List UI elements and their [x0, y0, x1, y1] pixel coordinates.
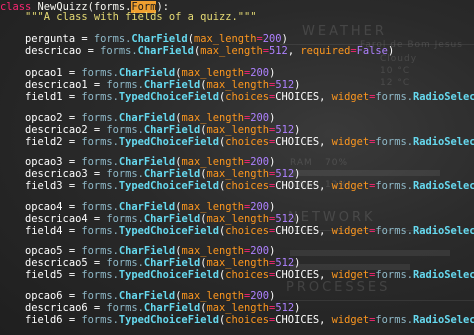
module: forms. — [81, 180, 119, 192]
constant: CHOICES — [275, 225, 320, 237]
code-line-field: field3 = forms.TypedChoiceField(choices=… — [0, 179, 474, 194]
kwarg: choices — [225, 180, 270, 192]
code-editor[interactable]: class NewQuizz(forms.Form): """A class w… — [0, 0, 474, 335]
kwarg: widget — [331, 91, 370, 103]
kwarg: choices — [225, 269, 270, 281]
separator: , — [319, 180, 332, 192]
var-name: field5 = — [0, 269, 82, 281]
module: forms. — [375, 91, 413, 103]
module: forms. — [81, 91, 119, 103]
kwarg: choices — [225, 91, 270, 103]
constant: CHOICES — [275, 180, 320, 192]
code-line-descricao: descricao = forms.CharField(max_length=5… — [0, 45, 395, 57]
module: forms. — [375, 225, 413, 237]
kwarg: choices — [225, 136, 270, 148]
kwarg: widget — [331, 136, 370, 148]
code-line-field: field1 = forms.TypedChoiceField(choices=… — [0, 90, 474, 105]
module: forms. — [375, 269, 413, 281]
func-name: TypedChoiceField — [118, 91, 219, 103]
separator: , — [319, 136, 332, 148]
var-name: field1 = — [0, 91, 82, 103]
constant: CHOICES — [275, 314, 320, 326]
widget-class: RadioSelect — [412, 136, 474, 148]
module: forms. — [81, 314, 119, 326]
separator: , — [319, 91, 332, 103]
module: forms. — [375, 314, 413, 326]
code-line-field: field6 = forms.TypedChoiceField(choices=… — [0, 313, 474, 328]
constant: CHOICES — [275, 269, 320, 281]
code-line-field: field2 = forms.TypedChoiceField(choices=… — [0, 135, 474, 150]
kwarg: choices — [225, 225, 270, 237]
kwarg: widget — [331, 314, 370, 326]
widget-class: RadioSelect — [412, 225, 474, 237]
code-line-docstring: """A class with fields of a quizz.""" — [0, 11, 257, 23]
widget-class: RadioSelect — [412, 314, 474, 326]
widget-class: RadioSelect — [412, 180, 474, 192]
kwarg: widget — [331, 180, 370, 192]
func-name: TypedChoiceField — [118, 180, 219, 192]
module: forms. — [81, 225, 119, 237]
widget-class: RadioSelect — [412, 269, 474, 281]
code-line-field: field5 = forms.TypedChoiceField(choices=… — [0, 268, 474, 283]
constant: CHOICES — [275, 91, 320, 103]
func-name: TypedChoiceField — [118, 269, 219, 281]
var-name: field3 = — [0, 180, 82, 192]
separator: , — [319, 225, 332, 237]
separator: , — [319, 269, 332, 281]
kwarg: choices — [225, 314, 270, 326]
var-name: field2 = — [0, 136, 82, 148]
constant: CHOICES — [275, 136, 320, 148]
kwarg: widget — [331, 225, 370, 237]
kwarg: widget — [331, 269, 370, 281]
module: forms. — [375, 136, 413, 148]
func-name: TypedChoiceField — [118, 225, 219, 237]
code-line-field: field4 = forms.TypedChoiceField(choices=… — [0, 224, 474, 239]
separator: , — [319, 314, 332, 326]
var-name: field4 = — [0, 225, 82, 237]
func-name: TypedChoiceField — [118, 314, 219, 326]
func-name: TypedChoiceField — [118, 136, 219, 148]
module: forms. — [81, 269, 119, 281]
module: forms. — [81, 136, 119, 148]
module: forms. — [375, 180, 413, 192]
var-name: field6 = — [0, 314, 82, 326]
desktop-screen: WEATHER Farol de Bom Jesus Cloudy 10 °C … — [0, 0, 474, 335]
widget-class: RadioSelect — [412, 91, 474, 103]
